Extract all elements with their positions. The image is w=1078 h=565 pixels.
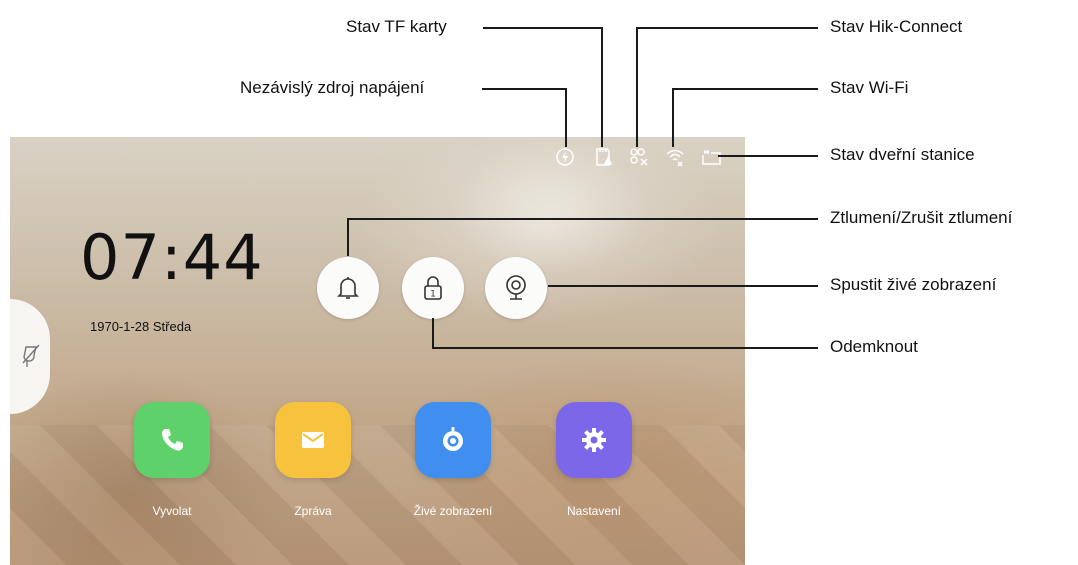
tf-card-icon	[593, 147, 613, 167]
phone-icon	[161, 429, 183, 451]
app-message[interactable]: Zpráva	[272, 402, 354, 518]
mute-button[interactable]	[317, 257, 379, 319]
background-lamp-glow	[450, 137, 650, 277]
unlock-button[interactable]: 1	[402, 257, 464, 319]
clock: 07:44	[80, 221, 264, 294]
date: 1970-1-28 Středa	[90, 319, 192, 334]
callout-tf-card: Stav TF karty	[346, 17, 447, 36]
camera-icon	[506, 275, 526, 300]
app-settings-tile[interactable]	[556, 402, 632, 478]
callout-unlock: Odemknout	[830, 337, 918, 356]
live-view-button[interactable]	[485, 257, 547, 319]
bell-icon	[337, 277, 359, 299]
callout-power: Nezávislý zdroj napájení	[240, 78, 425, 97]
callout-line-tf-card	[483, 27, 603, 147]
live-view-icon	[443, 427, 463, 451]
app-message-label: Zpráva	[294, 504, 332, 518]
app-call-label: Vyvolat	[152, 504, 192, 518]
device-screen: 07:44 1970-1-28 Středa 1 Vyvolat Zpráva	[10, 137, 745, 565]
app-live-view-tile[interactable]	[415, 402, 491, 478]
app-settings[interactable]: Nastavení	[553, 402, 635, 518]
app-call[interactable]: Vyvolat	[131, 402, 213, 518]
lock-icon: 1	[424, 276, 442, 300]
app-live-view[interactable]: Živé zobrazení	[412, 402, 494, 518]
power-supply-icon	[555, 147, 575, 167]
callout-wifi: Stav Wi-Fi	[830, 78, 909, 97]
callout-door-station: Stav dveřní stanice	[830, 145, 975, 164]
door-station-icon	[699, 147, 723, 167]
envelope-icon	[302, 432, 324, 448]
callout-live-view: Spustit živé zobrazení	[830, 275, 997, 294]
gear-icon	[582, 428, 606, 452]
callout-hik-connect: Stav Hik-Connect	[830, 17, 963, 36]
unlock-pull-icon	[22, 344, 40, 367]
callout-line-hik-connect	[636, 27, 818, 147]
callout-mute: Ztlumení/Zrušit ztlumení	[830, 208, 1013, 227]
svg-text:1: 1	[430, 290, 436, 300]
app-live-view-label: Živé zobrazení	[413, 504, 493, 518]
app-call-tile[interactable]	[134, 402, 210, 478]
app-message-tile[interactable]	[275, 402, 351, 478]
wifi-icon	[665, 147, 685, 167]
app-settings-label: Nastavení	[566, 504, 622, 518]
side-panel-tab[interactable]	[10, 299, 50, 414]
hik-connect-icon	[629, 147, 649, 167]
